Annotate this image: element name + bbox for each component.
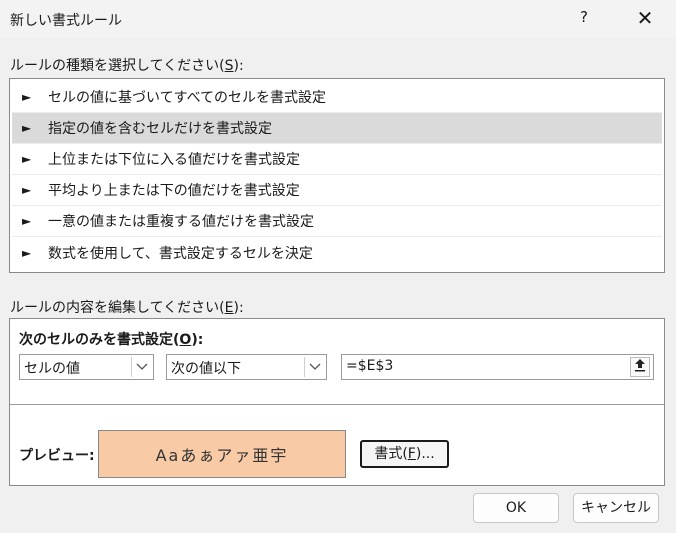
range-select-icon[interactable] <box>630 357 650 377</box>
preview-box: Aaあぁアァ亜宇 <box>98 430 346 478</box>
arrow-right-icon: ► <box>22 245 32 260</box>
rule-type-item-all-cells[interactable]: ► セルの値に基づいてすべてのセルを書式設定 <box>12 82 662 113</box>
help-button[interactable]: ? <box>580 8 588 26</box>
rule-edit-panel: 次のセルのみを書式設定(O): セルの値 次の値以下 =$E$3 プレビュー: … <box>9 318 665 486</box>
rule-type-item-contains[interactable]: ► 指定の値を含むセルだけを書式設定 <box>12 113 662 144</box>
arrow-right-icon: ► <box>22 183 32 197</box>
arrow-right-icon: ► <box>22 121 32 135</box>
close-button[interactable]: ✕ <box>632 4 658 32</box>
rule-edit-label: ルールの内容を編集してください(E): <box>10 300 244 316</box>
reference-value-input[interactable]: =$E$3 <box>341 354 654 380</box>
preview-label: プレビュー: <box>19 448 95 464</box>
chevron-down-icon <box>131 357 151 377</box>
condition-type-select[interactable]: セルの値 <box>19 354 154 380</box>
ok-button[interactable]: OK <box>473 493 559 523</box>
operator-select[interactable]: 次の値以下 <box>166 354 327 380</box>
rule-type-list[interactable]: ► セルの値に基づいてすべてのセルを書式設定 ► 指定の値を含むセルだけを書式設… <box>9 78 665 273</box>
cancel-button[interactable]: キャンセル <box>573 493 659 523</box>
arrow-right-icon: ► <box>22 90 32 104</box>
rule-type-item-unique-duplicate[interactable]: ► 一意の値または重複する値だけを書式設定 <box>12 206 662 237</box>
rule-type-item-formula[interactable]: ► 数式を使用して、書式設定するセルを決定 <box>12 237 662 268</box>
dialog-title: 新しい書式ルール <box>10 13 122 29</box>
arrow-right-icon: ► <box>22 152 32 166</box>
arrow-right-icon: ► <box>22 214 32 228</box>
format-button[interactable]: 書式(F)... <box>360 440 449 468</box>
rule-type-item-top-bottom[interactable]: ► 上位または下位に入る値だけを書式設定 <box>12 144 662 175</box>
chevron-down-icon <box>304 357 324 377</box>
format-only-label: 次のセルのみを書式設定(O): <box>19 332 204 348</box>
divider <box>10 404 664 405</box>
rule-type-label: ルールの種類を選択してください(S): <box>10 58 244 74</box>
rule-type-item-average[interactable]: ► 平均より上または下の値だけを書式設定 <box>12 175 662 206</box>
